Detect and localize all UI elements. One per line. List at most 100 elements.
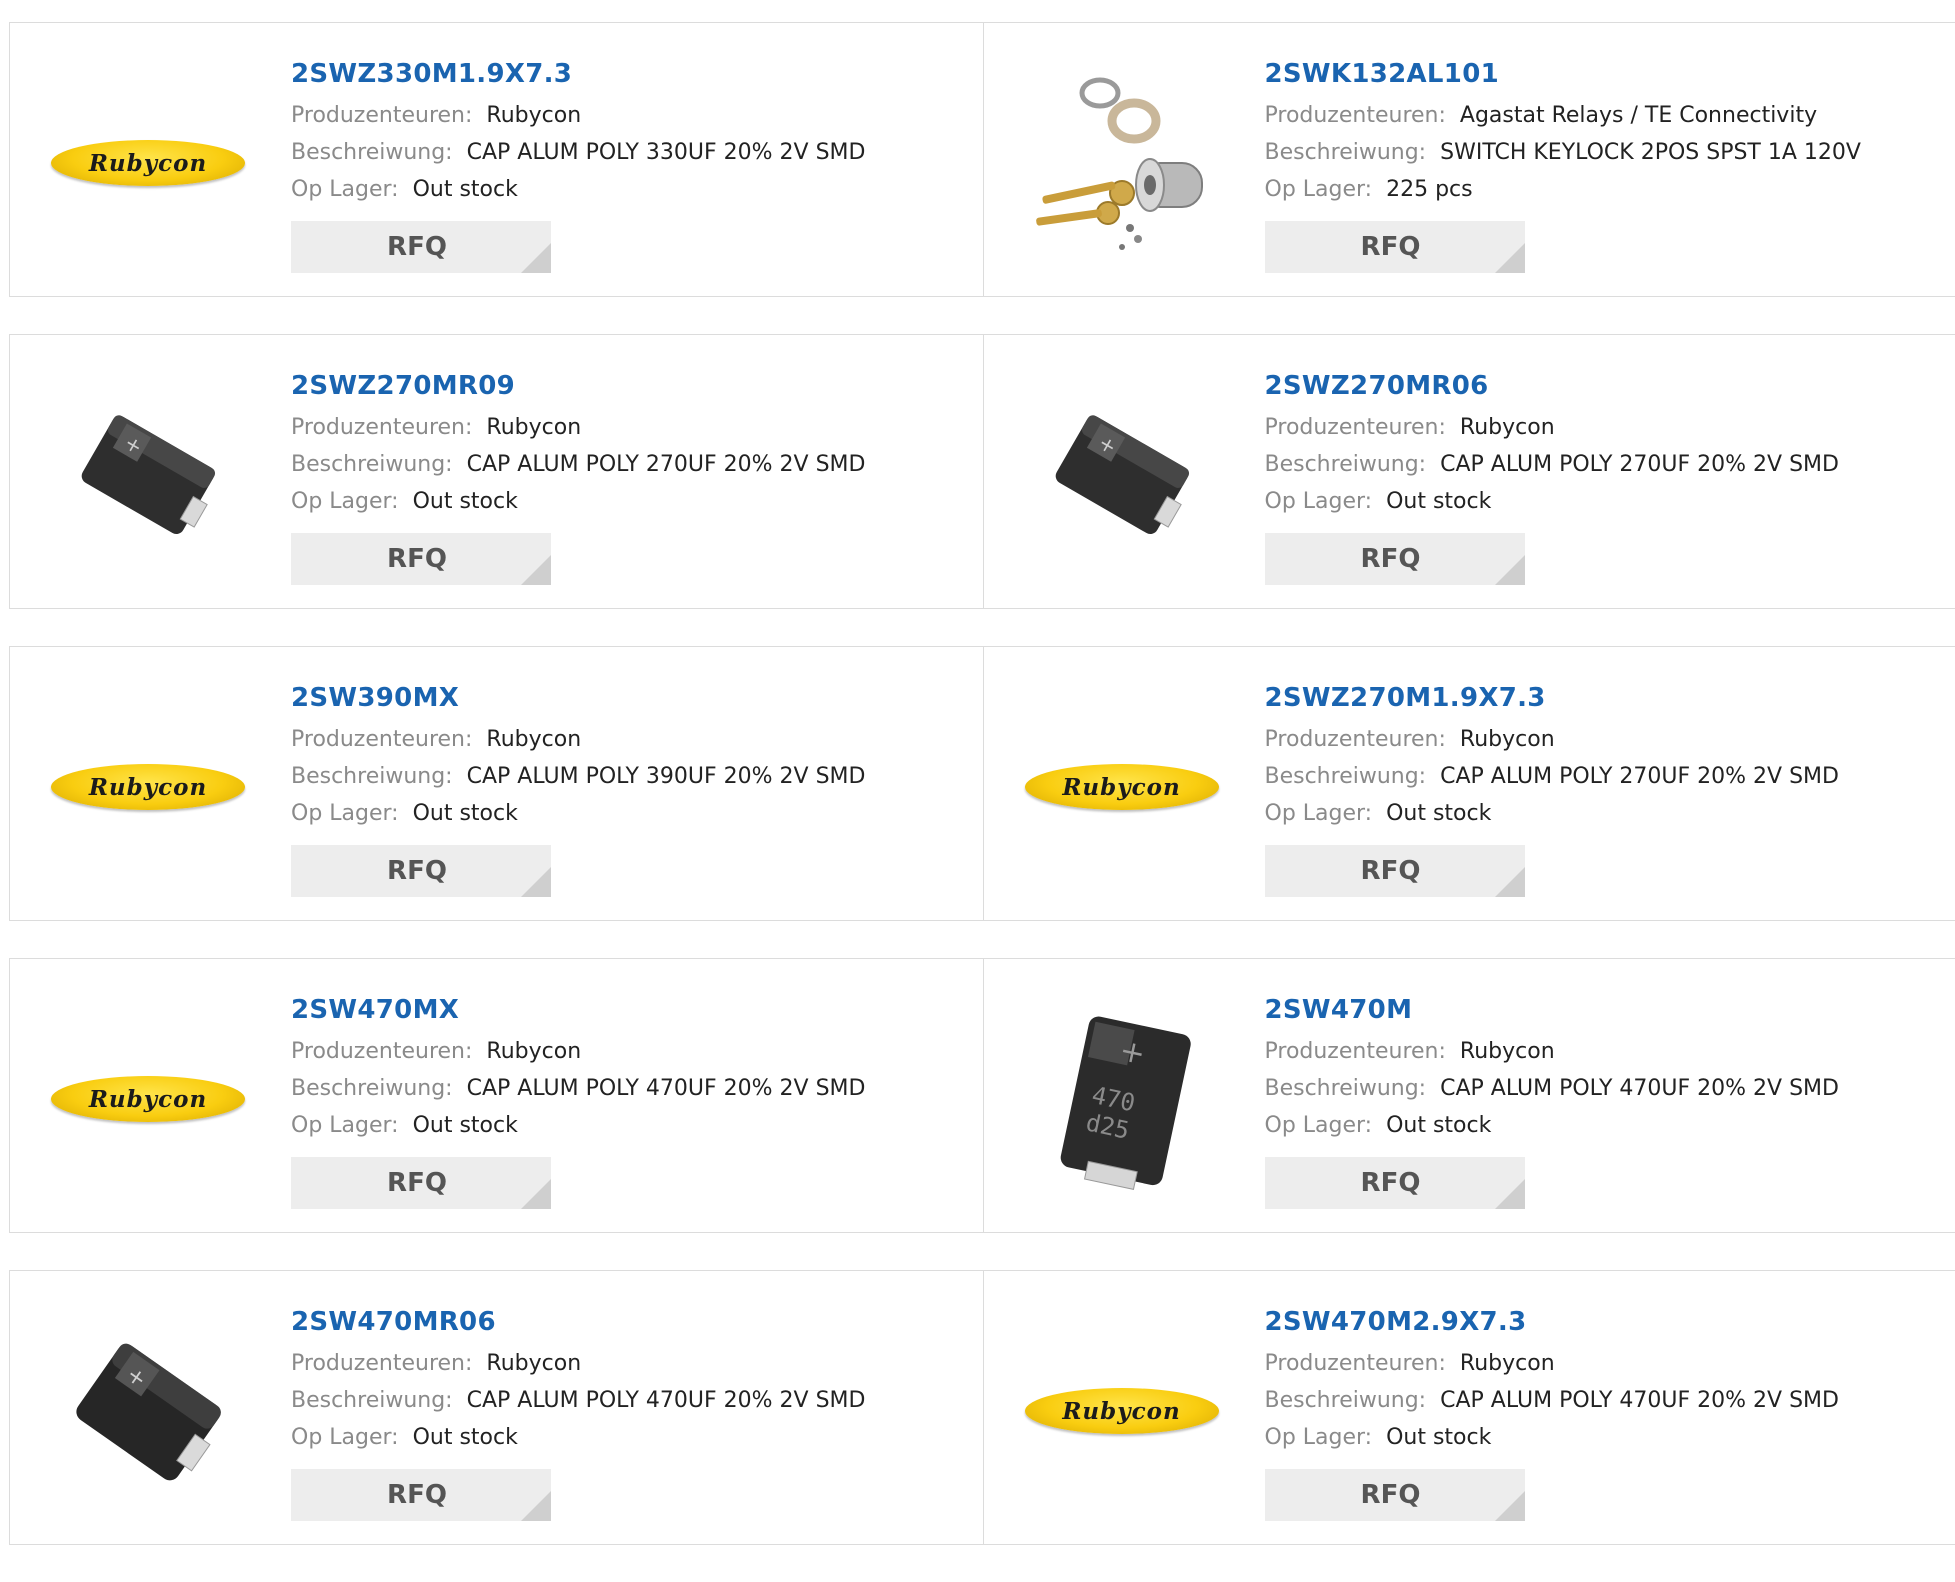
product-card: Rubycon 2SWZ270M1.9X7.3 Produzenteuren: R… [983,647,1955,920]
part-number-link[interactable]: 2SWZ270M1.9X7.3 [1265,675,1955,721]
part-number-link[interactable]: 2SWZ270MR09 [291,363,983,409]
manufacturer-line: Produzenteuren: Rubycon [1265,721,1955,758]
manufacturer-line: Produzenteuren:Rubycon [291,409,983,446]
stock-line: Op Lager:Out stock [1265,1419,1955,1456]
description-label: Beschreiwung: [291,452,453,477]
stock-line: Op Lager:Out stock [1265,1107,1955,1144]
product-card: Rubycon 2SW470MX Produzenteuren:Rubycon … [10,959,983,1232]
stock-line: Op Lager:Out stock [291,171,983,208]
part-number-link[interactable]: 2SW470M [1265,987,1955,1033]
product-image[interactable] [1022,63,1222,263]
stock-label: Op Lager: [291,1113,399,1138]
manufacturer-value: Rubycon [486,1039,581,1064]
rfq-button[interactable]: RFQ [291,1469,551,1521]
corner-triangle [521,867,551,897]
corner-triangle [521,555,551,585]
corner-triangle [1495,243,1525,273]
product-info: 2SW470M Produzenteuren:Rubycon Beschreiw… [1265,987,1955,1209]
description-line: Beschreiwung:CAP ALUM POLY 270UF 20% 2V … [291,446,983,483]
description-value: CAP ALUM POLY 390UF 20% 2V SMD [467,764,866,789]
stock-value: Out stock [413,801,518,826]
product-card: + 2SWZ270MR06 Produzenteuren:Rubycon Bes… [983,335,1955,608]
product-image[interactable]: Rubycon [1022,687,1222,887]
manufacturer-value: Rubycon [1460,1039,1555,1064]
product-card: Rubycon 2SW470M2.9X7.3 Produzenteuren:Ru… [983,1271,1955,1544]
product-row: + 2SW470MR06 Produzenteuren:Rubycon Besc… [9,1270,1955,1545]
stock-line: Op Lager: Out stock [291,1419,983,1456]
stock-value: Out stock [413,1425,518,1450]
description-line: Beschreiwung: CAP ALUM POLY 270UF 20% 2V … [1265,446,1955,483]
smd-capacitor-image: + [48,1311,248,1511]
part-number-link[interactable]: 2SW470MX [291,987,983,1033]
description-line: Beschreiwung:CAP ALUM POLY 270UF 20% 2V … [1265,758,1955,795]
stock-label: Op Lager: [291,1425,399,1450]
description-label: Beschreiwung: [1265,140,1427,165]
product-card: 2SWK132AL101 Produzenteuren:Agastat Rela… [983,23,1955,296]
part-number-link[interactable]: 2SWZ270MR06 [1265,363,1955,409]
description-label: Beschreiwung: [291,140,453,165]
product-info: 2SW390MX Produzenteuren:Rubycon Beschrei… [291,675,983,897]
rfq-button[interactable]: RFQ [1265,1469,1525,1521]
rfq-button[interactable]: RFQ [291,845,551,897]
product-row: Rubycon 2SW470MX Produzenteuren:Rubycon … [9,958,1955,1233]
description-label: Beschreiwung: [1265,452,1427,477]
product-card: + 2SW470MR06 Produzenteuren:Rubycon Besc… [10,1271,983,1544]
description-line: Beschreiwung: CAP ALUM POLY 330UF 20% 2V … [291,134,983,171]
rfq-button[interactable]: RFQ [1265,1157,1525,1209]
product-image[interactable]: + [48,375,248,575]
stock-label: Op Lager: [1265,801,1373,826]
description-value: CAP ALUM POLY 270UF 20% 2V SMD [1440,452,1839,477]
rfq-button[interactable]: RFQ [291,533,551,585]
description-value: SWITCH KEYLOCK 2POS SPST 1A 120V [1440,140,1861,165]
description-value: CAP ALUM POLY 470UF 20% 2V SMD [1440,1388,1839,1413]
manufacturer-value: Rubycon [1460,727,1555,752]
rfq-button[interactable]: RFQ [291,1157,551,1209]
product-card: + 470 d25 2SW470M Produzenteuren:Rubycon… [983,959,1955,1232]
manufacturer-value: Rubycon [486,1351,581,1376]
product-info: 2SWZ270MR06 Produzenteuren:Rubycon Besch… [1265,363,1955,585]
product-info: 2SW470MX Produzenteuren:Rubycon Beschrei… [291,987,983,1209]
stock-line: Op Lager: Out stock [291,1107,983,1144]
stock-label: Op Lager: [1265,177,1373,202]
stock-value: Out stock [1386,1113,1491,1138]
product-image[interactable]: Rubycon [48,687,248,887]
manufacturer-value: Rubycon [486,103,581,128]
corner-triangle [1495,867,1525,897]
corner-triangle [1495,1491,1525,1521]
part-number-link[interactable]: 2SWK132AL101 [1265,51,1955,97]
part-number-link[interactable]: 2SWZ330M1.9X7.3 [291,51,983,97]
stock-line: Op Lager:Out stock [1265,483,1955,520]
manufacturer-label: Produzenteuren: [291,415,472,440]
corner-triangle [521,1491,551,1521]
rfq-button[interactable]: RFQ [1265,221,1525,273]
part-number-link[interactable]: 2SW390MX [291,675,983,721]
product-image[interactable]: Rubycon [48,63,248,263]
part-number-link[interactable]: 2SW470M2.9X7.3 [1265,1299,1955,1345]
product-info: 2SWZ330M1.9X7.3 Produzenteuren:Rubycon B… [291,51,983,273]
part-number-link[interactable]: 2SW470MR06 [291,1299,983,1345]
description-line: Beschreiwung: CAP ALUM POLY 390UF 20% 2V … [291,758,983,795]
product-image[interactable]: Rubycon [1022,1311,1222,1511]
description-label: Beschreiwung: [1265,1388,1427,1413]
corner-triangle [1495,1179,1525,1209]
rubycon-logo: Rubycon [51,764,245,810]
description-line: Beschreiwung:CAP ALUM POLY 470UF 20% 2V … [291,1070,983,1107]
rfq-button[interactable]: RFQ [291,221,551,273]
stock-value: Out stock [413,1113,518,1138]
description-label: Beschreiwung: [291,764,453,789]
product-grid: Rubycon 2SWZ330M1.9X7.3 Produzenteuren:R… [9,22,1955,1582]
rfq-button[interactable]: RFQ [1265,533,1525,585]
description-value: CAP ALUM POLY 330UF 20% 2V SMD [467,140,866,165]
manufacturer-value: Agastat Relays / TE Connectivity [1460,103,1817,128]
product-image[interactable]: + [1022,375,1222,575]
rfq-button[interactable]: RFQ [1265,845,1525,897]
manufacturer-value: Rubycon [1460,415,1555,440]
product-image[interactable]: + 470 d25 [1022,999,1222,1199]
manufacturer-label: Produzenteuren: [1265,727,1446,752]
product-image[interactable]: + [48,1311,248,1511]
stock-value: Out stock [1386,1425,1491,1450]
manufacturer-line: Produzenteuren:Rubycon [291,97,983,134]
product-image[interactable]: Rubycon [48,999,248,1199]
product-info: 2SW470MR06 Produzenteuren:Rubycon Beschr… [291,1299,983,1521]
manufacturer-line: Produzenteuren:Rubycon [1265,409,1955,446]
